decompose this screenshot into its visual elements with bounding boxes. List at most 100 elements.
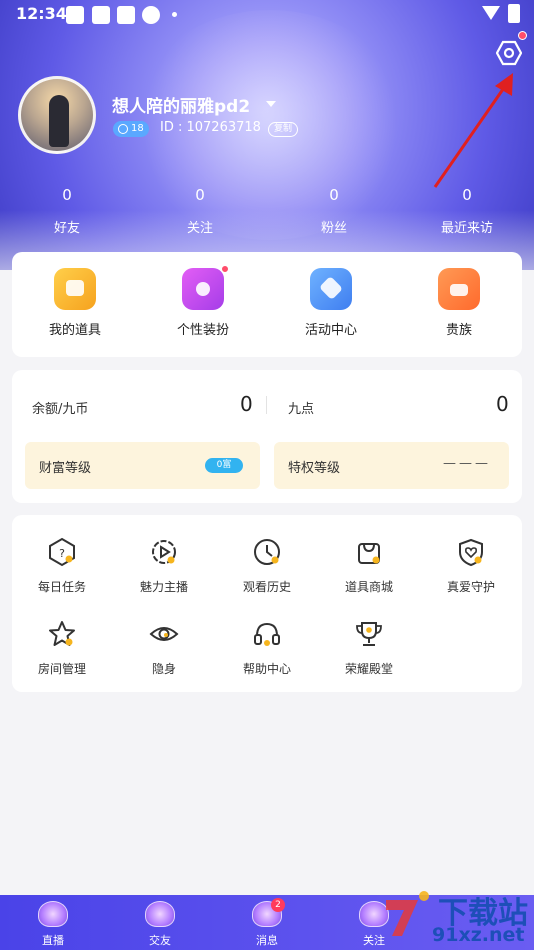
privilege-level-label: 特权等级 — [288, 461, 341, 476]
nav-tab-messages[interactable]: 2 消息 — [237, 898, 297, 948]
watermark-url: 91xz.net — [432, 924, 525, 946]
charm-host-icon — [152, 540, 176, 564]
balance-card: 余额/九币 0 九点 0 财富等级 0富 特权等级 ——— — [12, 370, 522, 503]
settings-icon[interactable] — [496, 40, 522, 66]
avatar[interactable] — [18, 76, 96, 154]
wealth-level-label: 财富等级 — [39, 461, 92, 476]
grid-item-charm-host[interactable]: 魅力主播 — [124, 537, 204, 595]
user-id: ID : 107263718 — [160, 120, 261, 135]
quick-action-personal-style[interactable]: 个性装扮 — [155, 265, 251, 338]
message-count-badge: 2 — [271, 898, 285, 912]
eye-icon — [149, 627, 179, 641]
coins-label: 余额/九币 — [32, 402, 89, 417]
friends-icon — [145, 901, 175, 927]
icon-detail — [318, 275, 344, 301]
grid-item-label: 魅力主播 — [139, 580, 188, 594]
points-value[interactable]: 0 — [496, 392, 509, 416]
nav-tab-live[interactable]: 直播 — [23, 901, 83, 948]
nav-tab-label: 直播 — [42, 934, 64, 947]
watermark-logo-icon — [386, 891, 429, 936]
privilege-level-box[interactable]: 特权等级 ——— — [274, 442, 509, 489]
grid-item-label: 隐身 — [151, 662, 176, 676]
grid-item-invisible[interactable]: 隐身 — [124, 619, 204, 677]
grid-item-label: 道具商城 — [344, 580, 393, 594]
grid-item-label: 真爱守护 — [446, 580, 495, 594]
wifi-icon — [482, 6, 500, 20]
settings-notification-dot — [518, 31, 527, 40]
quick-action-label: 个性装扮 — [176, 323, 229, 338]
status-bar: 12:34 — [0, 0, 534, 30]
shopping-bag-icon — [358, 543, 380, 564]
crown-icon — [438, 268, 480, 310]
coins-value[interactable]: 0 — [240, 392, 253, 416]
more-notifications-dot — [172, 12, 177, 17]
stat-following[interactable]: 0 关注 — [160, 186, 240, 236]
daily-task-icon: ? — [49, 537, 75, 567]
grid-item-label: 每日任务 — [37, 580, 86, 594]
divider — [266, 396, 267, 414]
tag-icon — [310, 268, 352, 310]
sync-icon — [142, 6, 160, 24]
features-grid-card: ? 每日任务 魅力主播 观看历史 道具商城 真爱守护 房间管理 隐身 帮助中心 … — [12, 515, 522, 692]
stat-label: 关注 — [186, 221, 213, 236]
new-badge-dot — [221, 265, 229, 273]
notification-icon — [66, 6, 84, 24]
grid-item-label: 房间管理 — [37, 662, 86, 676]
heart-shield-icon — [459, 538, 483, 567]
grid-item-watch-history[interactable]: 观看历史 — [227, 537, 307, 595]
annotation-arrow — [433, 73, 513, 188]
icon-detail — [66, 280, 84, 296]
magic-wand-icon — [182, 265, 229, 310]
live-icon — [38, 901, 68, 927]
chevron-down-icon[interactable] — [266, 101, 276, 107]
grid-item-room-management[interactable]: 房间管理 — [22, 619, 102, 677]
quick-action-label: 我的道具 — [48, 323, 101, 338]
quick-action-my-props[interactable]: 我的道具 — [27, 268, 123, 338]
stat-value: 0 — [329, 186, 339, 204]
level-icon — [118, 124, 128, 134]
stat-label: 好友 — [53, 221, 80, 236]
copy-id-button[interactable]: 复制 — [268, 122, 299, 137]
points-label: 九点 — [288, 402, 315, 417]
stat-friends[interactable]: 0 好友 — [27, 186, 107, 236]
status-time: 12:34 — [16, 4, 67, 23]
stat-value: 0 — [62, 186, 72, 204]
star-icon — [49, 621, 75, 646]
icon-detail — [450, 284, 468, 296]
grid-item-label: 荣耀殿堂 — [344, 662, 393, 676]
avatar-figure — [49, 95, 69, 147]
clock-icon — [254, 539, 280, 565]
props-box-icon — [54, 268, 96, 310]
stat-label: 粉丝 — [320, 221, 347, 236]
stat-label: 最近来访 — [440, 221, 493, 236]
grid-item-props-mall[interactable]: 道具商城 — [329, 537, 409, 595]
trophy-icon — [356, 622, 382, 646]
notification-icon — [117, 6, 135, 24]
grid-item-daily-task[interactable]: ? 每日任务 — [22, 537, 102, 595]
nav-tab-label: 消息 — [256, 934, 278, 947]
headset-icon — [254, 622, 280, 646]
site-watermark: 下载站 91xz.net — [380, 880, 534, 950]
quick-actions-card: 我的道具 个性装扮 活动中心 贵族 — [12, 252, 522, 357]
privilege-level-value: ——— — [443, 456, 491, 471]
grid-item-label: 观看历史 — [242, 580, 291, 594]
grid-item-hall-of-glory[interactable]: 荣耀殿堂 — [329, 619, 409, 677]
quick-action-label: 活动中心 — [304, 323, 357, 338]
battery-icon — [508, 4, 520, 23]
stat-fans[interactable]: 0 粉丝 — [294, 186, 374, 236]
username[interactable]: 想人陪的丽雅pd2 — [112, 92, 250, 117]
quick-action-label: 贵族 — [445, 323, 472, 338]
grid-item-true-love-guard[interactable]: 真爱守护 — [431, 537, 511, 595]
grid-item-help-center[interactable]: 帮助中心 — [227, 619, 307, 677]
wealth-level-box[interactable]: 财富等级 0富 — [25, 442, 260, 489]
icon-detail — [196, 282, 210, 296]
grid-item-label: 帮助中心 — [242, 662, 291, 676]
nav-tab-friends[interactable]: 交友 — [130, 901, 190, 948]
nav-tab-label: 交友 — [149, 934, 171, 947]
quick-action-activity-center[interactable]: 活动中心 — [283, 268, 379, 338]
notification-icon — [92, 6, 110, 24]
wealth-level-badge: 0富 — [205, 458, 243, 473]
quick-action-nobility[interactable]: 贵族 — [411, 268, 507, 338]
stat-value: 0 — [195, 186, 205, 204]
svg-text:?: ? — [59, 547, 65, 560]
